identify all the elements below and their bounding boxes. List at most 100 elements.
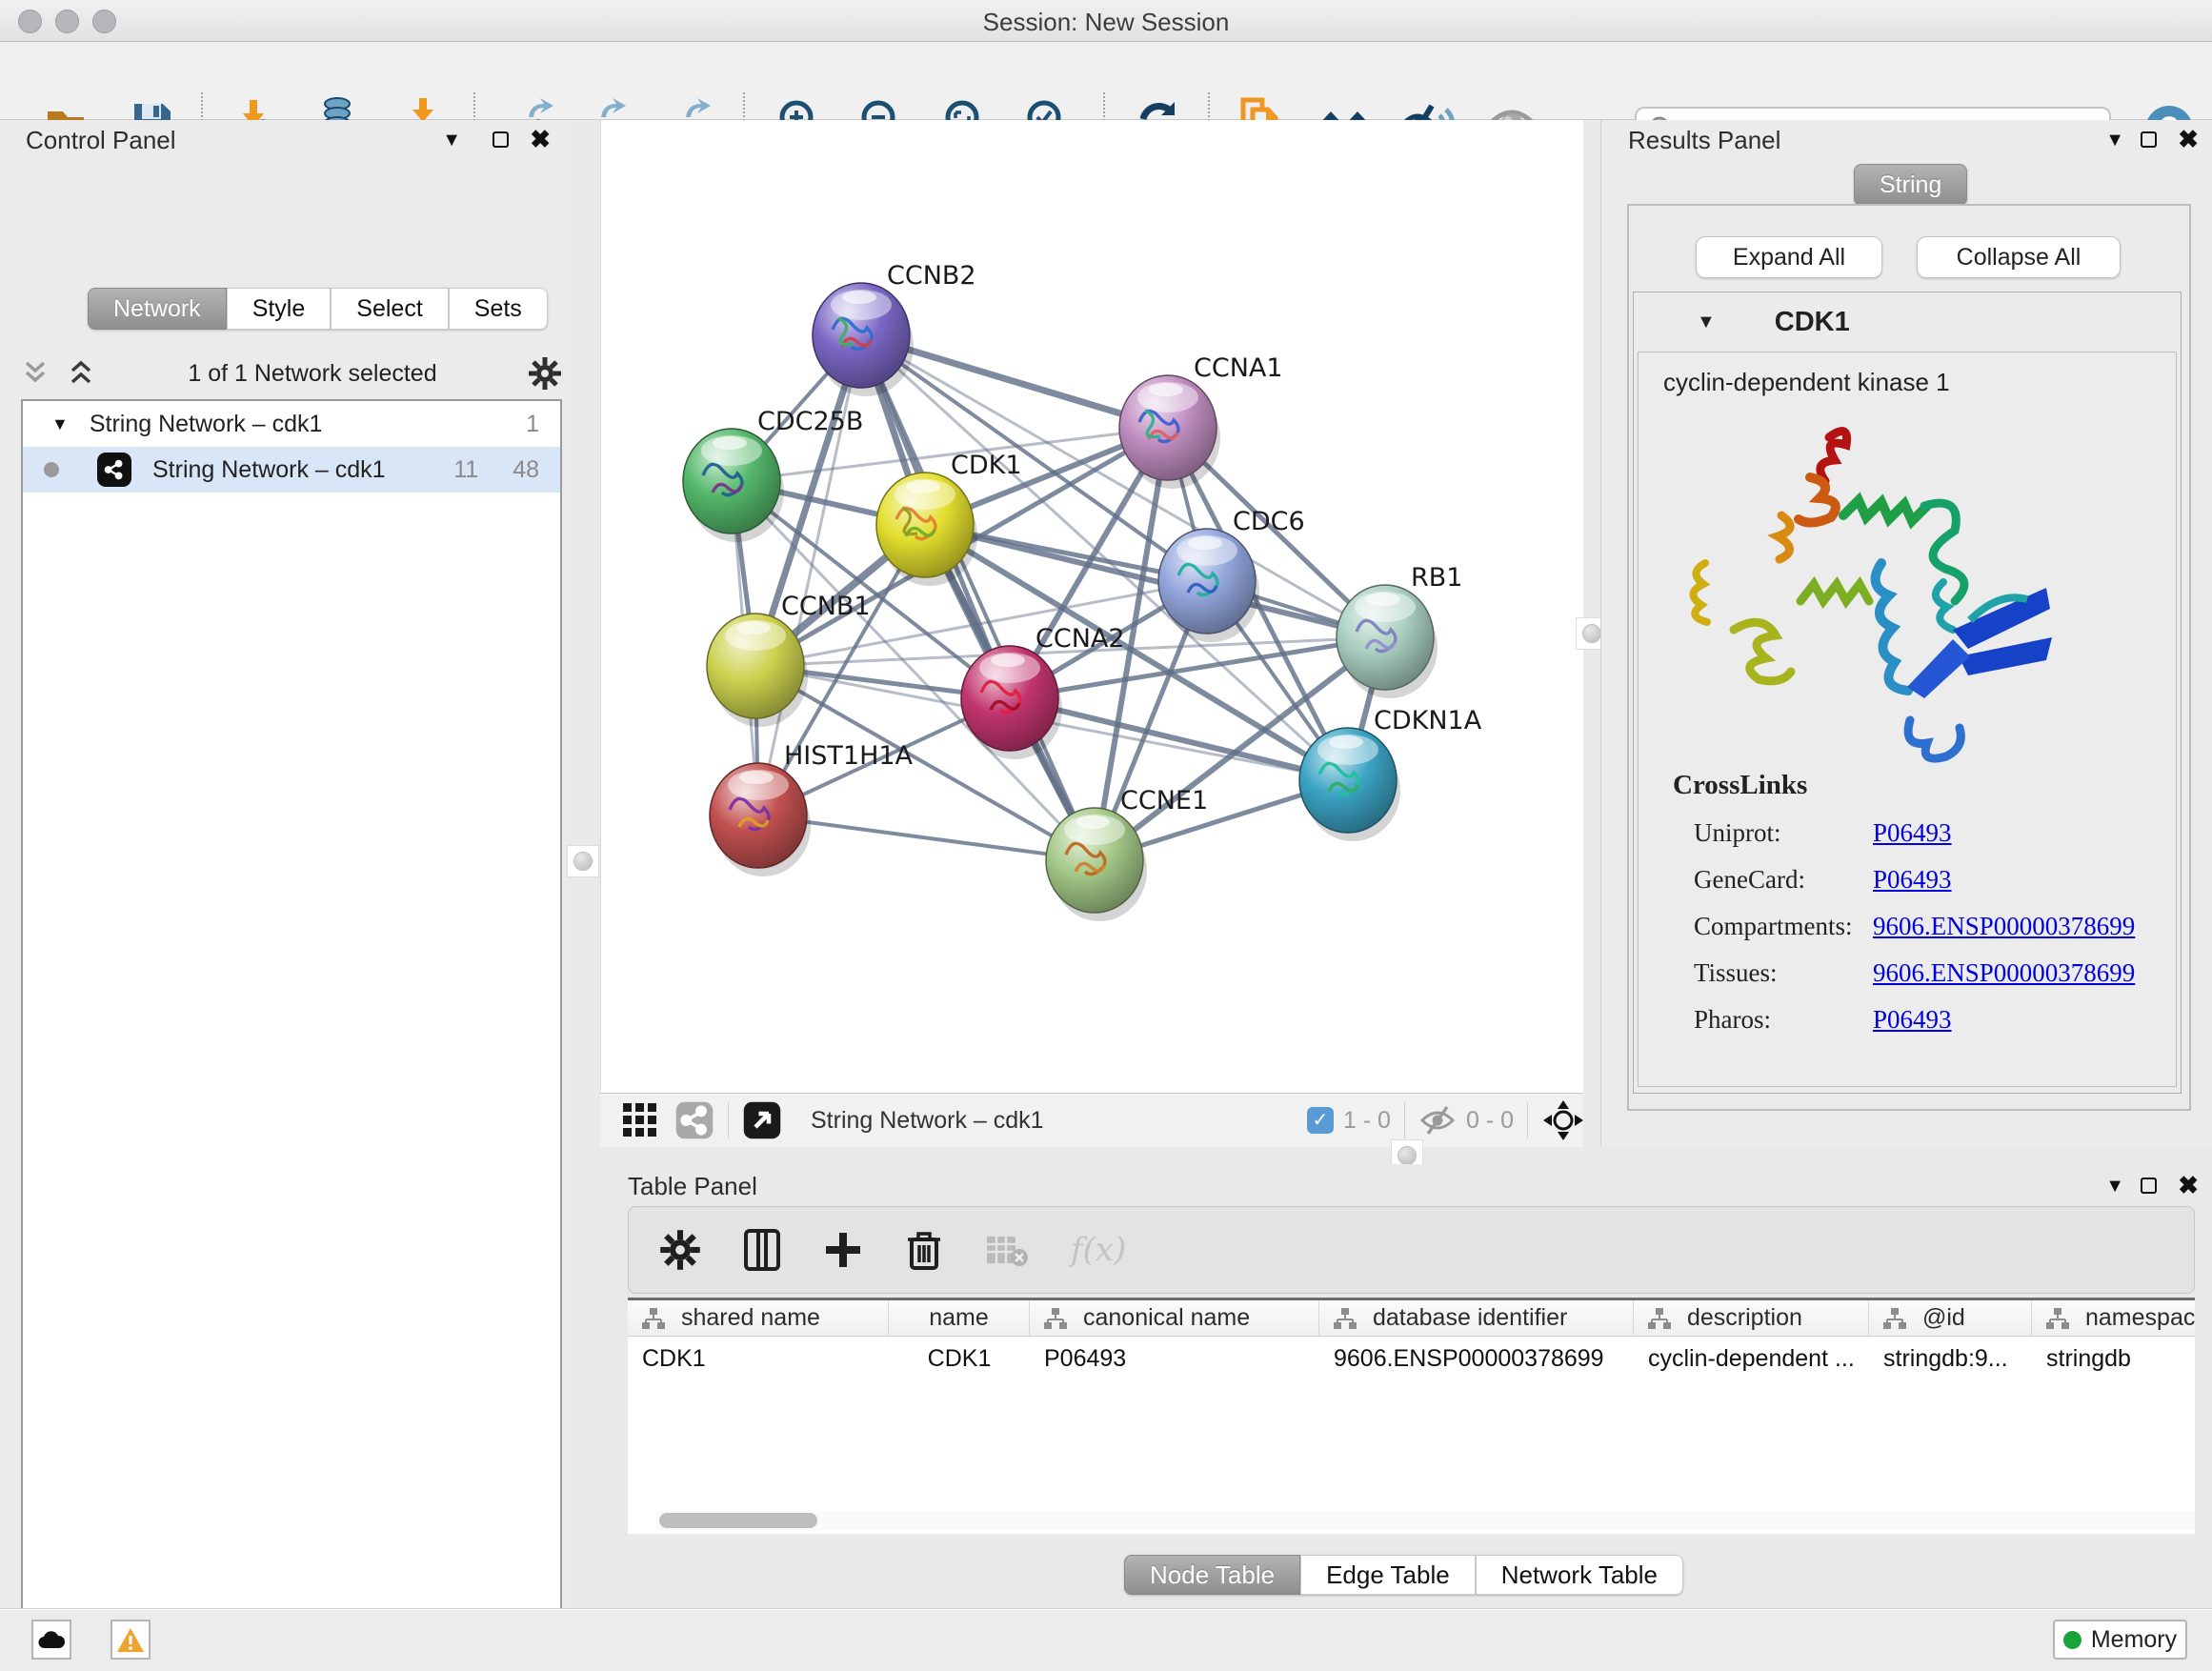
warnings-button[interactable]: [111, 1620, 151, 1660]
tab-network[interactable]: Network: [88, 288, 227, 330]
table-panel-menu-icon[interactable]: ▼: [2105, 1176, 2124, 1198]
network-view-title: String Network – cdk1: [811, 1107, 1299, 1135]
memory-button[interactable]: Memory: [2053, 1620, 2187, 1660]
column-type-icon: [1043, 1307, 1068, 1330]
selected-nodes-checkbox[interactable]: ✓: [1307, 1107, 1334, 1134]
column-type-icon: [1647, 1307, 1672, 1330]
delete-column-icon[interactable]: [905, 1228, 943, 1272]
add-column-icon[interactable]: [823, 1230, 863, 1270]
tab-edge-table[interactable]: Edge Table: [1300, 1555, 1476, 1595]
network-share-icon[interactable]: [674, 1100, 714, 1140]
results-panel-title: Results Panel: [1628, 126, 1780, 155]
control-panel-close-icon[interactable]: ✖: [530, 130, 551, 149]
column-header-database-identifier[interactable]: database identifier: [1319, 1300, 1634, 1336]
table-panel-float-icon[interactable]: [2141, 1178, 2157, 1194]
node-CCNE1[interactable]: [1046, 808, 1147, 921]
title-bar: Session: New Session: [0, 0, 2212, 42]
expand-all-button[interactable]: Expand All: [1696, 236, 1882, 278]
node-RB1[interactable]: [1337, 585, 1438, 698]
crosslink-link[interactable]: 9606.ENSP00000378699: [1873, 912, 2135, 941]
table-row[interactable]: CDK1CDK1P064939606.ENSP00000378699cyclin…: [628, 1337, 2195, 1380]
node-CCNA1[interactable]: [1119, 375, 1220, 489]
network-options-gear-icon[interactable]: [528, 356, 562, 391]
cell-database-identifier[interactable]: 9606.ENSP00000378699: [1319, 1345, 1634, 1373]
node-CDC6[interactable]: [1158, 529, 1259, 642]
function-builder-icon: f(x): [1071, 1231, 1126, 1269]
column-header-canonical-name[interactable]: canonical name: [1030, 1300, 1319, 1336]
column-header-name[interactable]: name: [889, 1300, 1030, 1336]
cell-name[interactable]: CDK1: [889, 1345, 1030, 1373]
column-header-shared-name[interactable]: shared name: [628, 1300, 889, 1336]
control-panel-float-icon[interactable]: [493, 131, 509, 148]
node-label-RB1: RB1: [1411, 563, 1462, 593]
control-panel-title: Control Panel: [26, 126, 176, 155]
right-splitter[interactable]: [1583, 120, 1600, 1157]
network-selection-status: 1 of 1 Network selected: [97, 360, 528, 388]
crosslink-link[interactable]: P06493: [1873, 1005, 1952, 1035]
cell-@id[interactable]: stringdb:9...: [1869, 1345, 2032, 1373]
node-CDK1[interactable]: [876, 473, 977, 586]
column-header-description[interactable]: description: [1634, 1300, 1869, 1336]
memory-label: Memory: [2091, 1626, 2177, 1654]
string-results-container: Expand All Collapse All ▼ CDK1 cyclin-de…: [1627, 204, 2191, 1111]
column-header-@id[interactable]: @id: [1869, 1300, 2032, 1336]
status-bar: Memory: [0, 1608, 2212, 1671]
node-CDC25B[interactable]: [683, 429, 784, 542]
node-label-CCNB2: CCNB2: [887, 261, 976, 291]
cloud-status-button[interactable]: [31, 1620, 71, 1660]
column-header-namespace[interactable]: namespace: [2032, 1300, 2195, 1336]
table-panel-close-icon[interactable]: ✖: [2178, 1176, 2199, 1195]
network-collection-row[interactable]: ▼ String Network – cdk1 1: [23, 401, 560, 447]
crosslink-link[interactable]: P06493: [1873, 818, 1952, 848]
cell-namespace[interactable]: stringdb: [2032, 1345, 2195, 1373]
node-CCNB2[interactable]: [813, 283, 914, 396]
results-panel-float-icon[interactable]: [2141, 131, 2157, 148]
node-label-CCNA1: CCNA1: [1194, 353, 1283, 383]
node-CDKN1A[interactable]: [1299, 728, 1400, 841]
network-canvas[interactable]: CCNB2CCNA1CDC25BCDK1CDC6RB1CCNB1CCNA2CDK…: [600, 120, 1583, 1093]
node-HIST1H1A[interactable]: [710, 763, 811, 876]
network-row[interactable]: String Network – cdk1 11 48: [23, 447, 560, 493]
crosslink-link[interactable]: P06493: [1873, 865, 1952, 895]
memory-status-dot: [2063, 1631, 2081, 1649]
results-panel-menu-icon[interactable]: ▼: [2105, 130, 2124, 151]
protein-section-header[interactable]: ▼ CDK1: [1634, 292, 2181, 352]
table-options-gear-icon[interactable]: [659, 1229, 701, 1271]
delete-table-icon: [985, 1233, 1029, 1267]
results-panel: Results Panel ▼ ✖ String Expand All Coll…: [1600, 120, 2212, 1147]
left-splitter[interactable]: [566, 120, 600, 1157]
cell-description[interactable]: cyclin-dependent ...: [1634, 1345, 1869, 1373]
tab-string[interactable]: String: [1854, 164, 1967, 206]
tree-expand-icon[interactable]: ▼: [51, 414, 69, 434]
crosslink-row: Uniprot:P06493: [1673, 818, 2135, 848]
collapse-all-button[interactable]: Collapse All: [1917, 236, 2121, 278]
network-list: ▼ String Network – cdk1 1 String Network…: [21, 399, 562, 1671]
crosslink-row: Compartments:9606.ENSP00000378699: [1673, 912, 2135, 941]
tab-network-table[interactable]: Network Table: [1476, 1555, 1683, 1595]
table-toolbar: f(x): [628, 1206, 2195, 1294]
results-panel-close-icon[interactable]: ✖: [2178, 130, 2199, 149]
cell-canonical-name[interactable]: P06493: [1030, 1345, 1319, 1373]
section-collapse-icon[interactable]: ▼: [1697, 312, 1716, 333]
table-hscrollbar[interactable]: [655, 1511, 2195, 1530]
tab-node-table[interactable]: Node Table: [1124, 1555, 1300, 1595]
crosslink-link[interactable]: 9606.ENSP00000378699: [1873, 958, 2135, 988]
protein-structure-image: [1667, 401, 2067, 792]
crosslinks-title: CrossLinks: [1673, 770, 2135, 801]
birds-eye-view-icon[interactable]: [742, 1100, 782, 1140]
horizontal-splitter[interactable]: [600, 1147, 2212, 1164]
node-CCNA2[interactable]: [961, 646, 1062, 759]
expand-all-icon[interactable]: [65, 359, 97, 388]
tab-sets[interactable]: Sets: [449, 288, 548, 330]
table-hscrollbar-thumb[interactable]: [659, 1513, 817, 1528]
protein-name: CDK1: [1775, 307, 1850, 338]
control-panel-menu-icon[interactable]: ▼: [442, 130, 461, 151]
tab-select[interactable]: Select: [331, 288, 448, 330]
fit-content-crosshair-icon[interactable]: [1541, 1098, 1585, 1142]
grid-view-icon[interactable]: [621, 1101, 659, 1139]
table-header-row: shared namenamecanonical namedatabase id…: [628, 1300, 2195, 1337]
tab-style[interactable]: Style: [227, 288, 332, 330]
show-columns-icon[interactable]: [743, 1228, 781, 1272]
cell-shared-name[interactable]: CDK1: [628, 1345, 889, 1373]
collapse-all-icon[interactable]: [19, 359, 51, 388]
